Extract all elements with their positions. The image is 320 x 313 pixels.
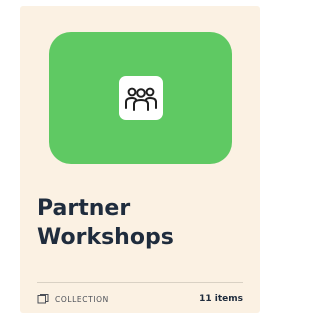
card-footer: COLLECTION 11 items: [37, 290, 243, 308]
icon-tile: [118, 76, 163, 120]
people-group-icon: [124, 87, 157, 111]
item-count: 11 items: [199, 294, 243, 304]
collection-card[interactable]: Partner Workshops COLLECTION 11 items: [20, 6, 260, 313]
collection-icon: [37, 294, 49, 304]
divider: [37, 282, 243, 283]
card-type: COLLECTION: [37, 294, 109, 304]
card-type-label: COLLECTION: [55, 294, 109, 304]
card-title[interactable]: Partner Workshops: [37, 194, 247, 252]
card-thumbnail[interactable]: [49, 32, 232, 164]
